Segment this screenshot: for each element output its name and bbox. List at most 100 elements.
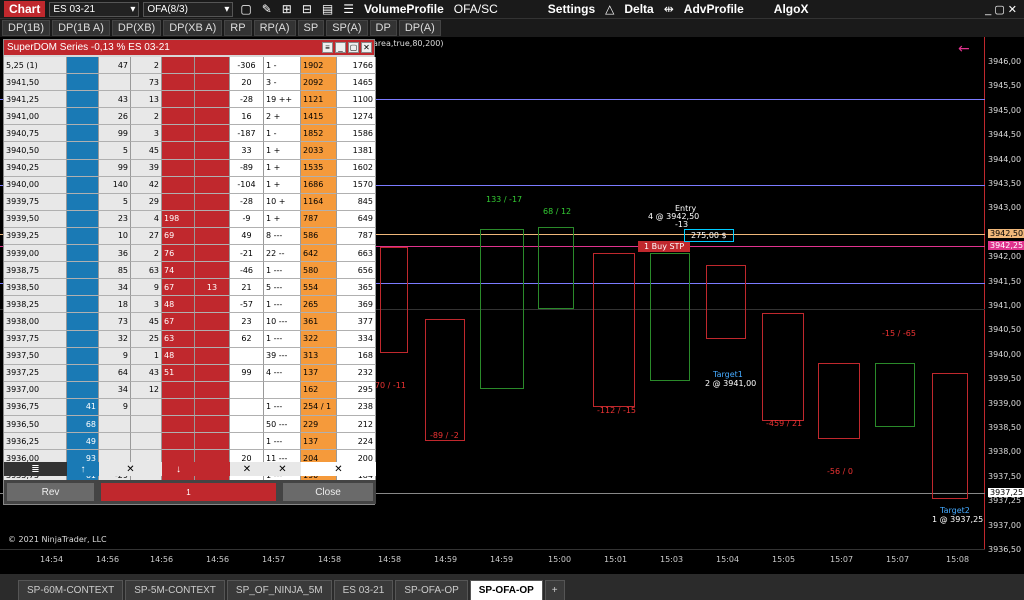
ladder-cell-p[interactable]: 3936,50: [4, 415, 67, 434]
ladder-cell-a[interactable]: [67, 57, 99, 75]
tb-sp[interactable]: SP: [297, 20, 325, 36]
ladder-cell-s[interactable]: 10 +: [264, 193, 301, 211]
ladder-cell-v2[interactable]: 27: [131, 227, 162, 246]
delta-triangle-icon[interactable]: △: [602, 2, 617, 16]
ladder-cell-v1[interactable]: 99: [99, 125, 131, 143]
ladder-cell-d[interactable]: -46: [230, 262, 264, 280]
ladder-cell-bo[interactable]: 1586: [337, 125, 376, 143]
footprint-bar[interactable]: [818, 363, 860, 439]
add-tab-button[interactable]: +: [544, 580, 565, 600]
order-value[interactable]: 275,00 $: [684, 229, 734, 242]
ladder-cell-b2[interactable]: [195, 415, 230, 434]
ladder-cell-d[interactable]: -89: [230, 159, 264, 177]
ladder-cell-v1[interactable]: 64: [99, 364, 131, 382]
ladder-cell-s[interactable]: 1 +: [264, 142, 301, 160]
footprint-bar[interactable]: [593, 253, 635, 407]
ladder-row[interactable]: 3937,25 64 43 51 99 4 --- 137 232: [4, 364, 376, 382]
ladder-cell-v2[interactable]: 1: [131, 347, 162, 365]
ladder-cell-d[interactable]: [230, 415, 264, 434]
ladder-row[interactable]: 3937,75 32 25 63 62 1 --- 322 334: [4, 330, 376, 348]
ladder-cell-a[interactable]: [67, 210, 99, 228]
ladder-cell-ao[interactable]: 265: [301, 296, 337, 314]
sliders-icon[interactable]: ⇹: [661, 2, 677, 16]
ladder-cell-p[interactable]: 3940,50: [4, 142, 67, 160]
ladder-cell-a[interactable]: [67, 313, 99, 331]
ladder-cell-p[interactable]: 3938,00: [4, 313, 67, 331]
tb-dp1ba[interactable]: DP(1B A): [52, 20, 110, 36]
ladder-cell-b[interactable]: 63: [162, 330, 195, 348]
ladder-cell-b2[interactable]: [195, 193, 230, 211]
ladder-cell-s[interactable]: 22 --: [264, 245, 301, 263]
ladder-cell-b2[interactable]: [195, 74, 230, 92]
ladder-cell-s[interactable]: 1 +: [264, 210, 301, 228]
superdom-window[interactable]: SuperDOM Series -0,13 % ES 03-21 ≡ _ ▢ ✕…: [3, 39, 376, 505]
ladder-cell-s[interactable]: 1 ---: [264, 398, 301, 416]
ladder-row[interactable]: 3940,00 140 42 -104 1 +1686 1570: [4, 176, 376, 194]
ladder-cell-p[interactable]: 3941,00: [4, 108, 67, 126]
ladder-cell-a[interactable]: [67, 159, 99, 177]
cancel-all-icon[interactable]: ✕: [301, 462, 376, 476]
ladder-cell-v2[interactable]: 39: [131, 159, 162, 177]
ladder-cell-v2[interactable]: 12: [131, 381, 162, 399]
ladder-cell-bo[interactable]: 1274: [337, 108, 376, 126]
ladder-cell-b2[interactable]: [195, 347, 230, 365]
ladder-cell-b2[interactable]: [195, 398, 230, 416]
ladder-row[interactable]: 3939,75 5 29 -28 10 +1164 845: [4, 193, 376, 211]
ladder-cell-ao[interactable]: 554: [301, 279, 337, 297]
ladder-cell-bo[interactable]: 656: [337, 262, 376, 280]
ladder-cell-d[interactable]: -57: [230, 296, 264, 314]
close-icon[interactable]: ✕: [361, 42, 372, 53]
ladder-cell-p[interactable]: 3937,50: [4, 347, 67, 365]
ladder-row[interactable]: 3940,25 99 39 -89 1 +1535 1602: [4, 159, 376, 177]
ladder-cell-bo[interactable]: 663: [337, 245, 376, 263]
ladder-cell-b2[interactable]: [195, 364, 230, 382]
ladder-cell-p[interactable]: 3939,75: [4, 193, 67, 211]
ladder-cell-b[interactable]: [162, 381, 195, 399]
ladder-cell-b[interactable]: [162, 57, 195, 75]
ladder-row[interactable]: 3937,00 34 12 162 295: [4, 381, 376, 399]
ladder-cell-ao[interactable]: 1415: [301, 108, 337, 126]
ladder-cell-s[interactable]: 19 ++: [264, 91, 301, 109]
ladder-row[interactable]: 3938,25 18 3 48 -57 1 --- 265 369: [4, 296, 376, 314]
ladder-cell-b[interactable]: [162, 433, 195, 451]
footprint-bar[interactable]: [538, 227, 574, 309]
ladder-row[interactable]: 3936,50 68 50 --- 229 212: [4, 415, 376, 434]
ladder-cell-b[interactable]: [162, 193, 195, 211]
ladder-cell-bo[interactable]: 168: [337, 347, 376, 365]
cancel-x-icon[interactable]: ✕: [230, 462, 264, 476]
ladder-cell-v2[interactable]: 2: [131, 57, 162, 75]
ladder-cell-p[interactable]: 3939,50: [4, 210, 67, 228]
ladder-cell-v1[interactable]: [99, 433, 131, 451]
ladder-cell-ao[interactable]: 254 / 1: [301, 398, 337, 416]
ladder-cell-b[interactable]: [162, 398, 195, 416]
tb-dp[interactable]: DP: [369, 20, 397, 36]
rev-button[interactable]: Rev: [7, 483, 94, 501]
ladder-row[interactable]: 3939,00 36 2 76 -21 22 -- 642 663: [4, 245, 376, 263]
ladder-cell-b[interactable]: [162, 415, 195, 434]
ladder-row[interactable]: 3938,75 85 63 74 -46 1 --- 580 656: [4, 262, 376, 280]
ladder-cell-v2[interactable]: 2: [131, 108, 162, 126]
cancel-x-icon[interactable]: ✕: [99, 462, 162, 476]
footprint-bar[interactable]: [650, 253, 690, 381]
ladder-cell-b[interactable]: 48: [162, 296, 195, 314]
tab-sp-60m-context[interactable]: SP-60M-CONTEXT: [18, 580, 124, 600]
ladder-cell-p[interactable]: 3936,25: [4, 433, 67, 451]
ladder-cell-b2[interactable]: [195, 125, 230, 143]
ladder-cell-v2[interactable]: 13: [131, 91, 162, 109]
ladder-row[interactable]: 3937,50 9 1 48 39 --- 313 168: [4, 347, 376, 365]
ladder-cell-ao[interactable]: 137: [301, 364, 337, 382]
ladder-cell-s[interactable]: 1 +: [264, 176, 301, 194]
ladder-cell-s[interactable]: 2 +: [264, 108, 301, 126]
ladder-row[interactable]: 3941,25 43 13 -28 19 ++ 1121 1100: [4, 91, 376, 109]
ladder-cell-b2[interactable]: [195, 57, 230, 75]
tb-rpa[interactable]: RP(A): [253, 20, 296, 36]
ladder-cell-b2[interactable]: [195, 245, 230, 263]
ladder-cell-bo[interactable]: 1570: [337, 176, 376, 194]
properties-icon[interactable]: ▤: [319, 2, 336, 16]
ladder-cell-d[interactable]: 99: [230, 364, 264, 382]
ladder-cell-bo[interactable]: 1381: [337, 142, 376, 160]
ladder-cell-bo[interactable]: 224: [337, 433, 376, 451]
ladder-row[interactable]: 3938,00 73 45 67 23 10 --- 361 377: [4, 313, 376, 331]
ladder-cell-d[interactable]: -104: [230, 176, 264, 194]
footprint-bar[interactable]: [932, 373, 968, 499]
